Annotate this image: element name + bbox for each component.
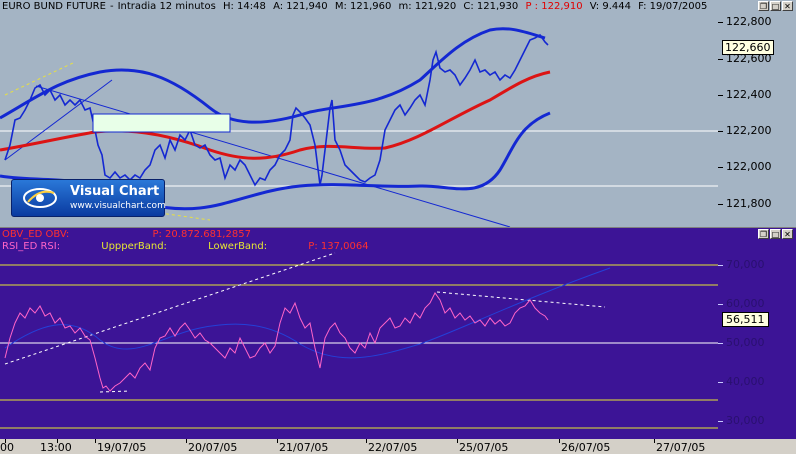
price-label-5: 122,000 — [726, 160, 772, 173]
moving-average — [0, 70, 551, 160]
restore-button[interactable]: ❐ — [758, 1, 769, 11]
visual-chart-logo: Visual Chart www.visualchart.com — [11, 179, 166, 217]
price-label-1: 122,800 — [726, 15, 772, 28]
rsi-label-4: 40,000 — [726, 375, 765, 388]
obv-legend: OBV_ED OBV: — [2, 229, 70, 240]
logo-url: www.visualchart.com — [70, 201, 166, 211]
rsi-line — [4, 292, 549, 392]
obv-line — [4, 267, 611, 359]
indicator-chart-canvas[interactable] — [0, 228, 718, 439]
upper-band-label: UppperBand: — [101, 241, 167, 252]
rsi-legend: RSI_ED RSI: UppperBand: LowerBand: P: 13… — [2, 241, 369, 252]
indicator-legend: OBV_ED OBV: P: 20.872.681,2857 — [2, 229, 251, 240]
rsi-trendline-2 — [436, 291, 606, 308]
price-label-6: 121,800 — [726, 197, 772, 210]
rsi-legend-value: P: 137,0064 — [308, 241, 369, 252]
instrument-name: EURO BUND FUTURE — [2, 1, 106, 12]
time-label-3: 19/07/05 — [97, 441, 147, 454]
time-label-5: 21/07/05 — [279, 441, 329, 454]
rsi-label-5: 30,000 — [726, 414, 765, 427]
rsi-axis[interactable]: 70,000 60,000 50,000 40,000 30,000 — [718, 242, 796, 438]
current-price-tag: 122,660 — [722, 40, 774, 55]
visual-chart-logo-icon — [23, 188, 57, 208]
time-label-2: 13:00 — [40, 441, 72, 454]
rsi-legend-label: RSI_ED RSI: — [2, 241, 61, 252]
time-label-9: 27/07/05 — [656, 441, 706, 454]
trendline-yellow-1 — [4, 61, 76, 96]
rsi-label-2: 60,000 — [726, 297, 765, 310]
trendline-yellow-2 — [159, 212, 211, 221]
max-value: M: 121,960 — [334, 1, 392, 12]
date-value: F: 19/07/2005 — [638, 1, 708, 12]
ask-value: A: 121,940 — [273, 1, 328, 12]
price-label-3: 122,400 — [726, 88, 772, 101]
min-value: m: 121,920 — [398, 1, 457, 12]
indicator-restore-button[interactable]: ❐ — [758, 229, 769, 239]
annotation-box — [92, 113, 231, 133]
interval-label: Intradia 12 minutos — [117, 1, 216, 12]
time-label-4: 20/07/05 — [188, 441, 238, 454]
rsi-label-3: 50,000 — [726, 336, 765, 349]
rsi-trendline-3 — [99, 390, 131, 393]
time-axis[interactable]: 00 13:00 19/07/05 20/07/05 21/07/05 22/0… — [0, 439, 796, 454]
volume-value: V: 9.444 — [589, 1, 631, 12]
obv-legend-value: P: 20.872.681,2857 — [152, 229, 251, 240]
price-label-4: 122,200 — [726, 124, 772, 137]
lower-band-label: LowerBand: — [208, 241, 268, 252]
price-value: P : 122,910 — [525, 1, 583, 12]
current-rsi-tag: 56,511 — [722, 312, 769, 327]
time-label-6: 22/07/05 — [368, 441, 418, 454]
indicator-panel[interactable]: OBV_ED OBV: P: 20.872.681,2857 RSI_ED RS… — [0, 228, 796, 439]
price-chart-panel[interactable]: EURO BUND FUTURE - Intradia 12 minutos H: … — [0, 0, 796, 228]
close-value: C: 121,930 — [463, 1, 519, 12]
time-label-7: 25/07/05 — [459, 441, 509, 454]
close-button[interactable]: ✕ — [782, 1, 793, 11]
indicator-maximize-button[interactable]: □ — [770, 229, 781, 239]
high-value: H: 14:48 — [222, 1, 266, 12]
indicator-close-button[interactable]: ✕ — [782, 229, 793, 239]
bollinger-upper — [0, 27, 546, 124]
logo-name: Visual Chart — [70, 184, 160, 199]
time-label-1: 00 — [0, 441, 14, 454]
rsi-label-1: 70,000 — [726, 258, 765, 271]
maximize-button[interactable]: □ — [770, 1, 781, 11]
time-label-8: 26/07/05 — [561, 441, 611, 454]
chart-title-bar: EURO BUND FUTURE - Intradia 12 minutos H: … — [2, 1, 708, 12]
